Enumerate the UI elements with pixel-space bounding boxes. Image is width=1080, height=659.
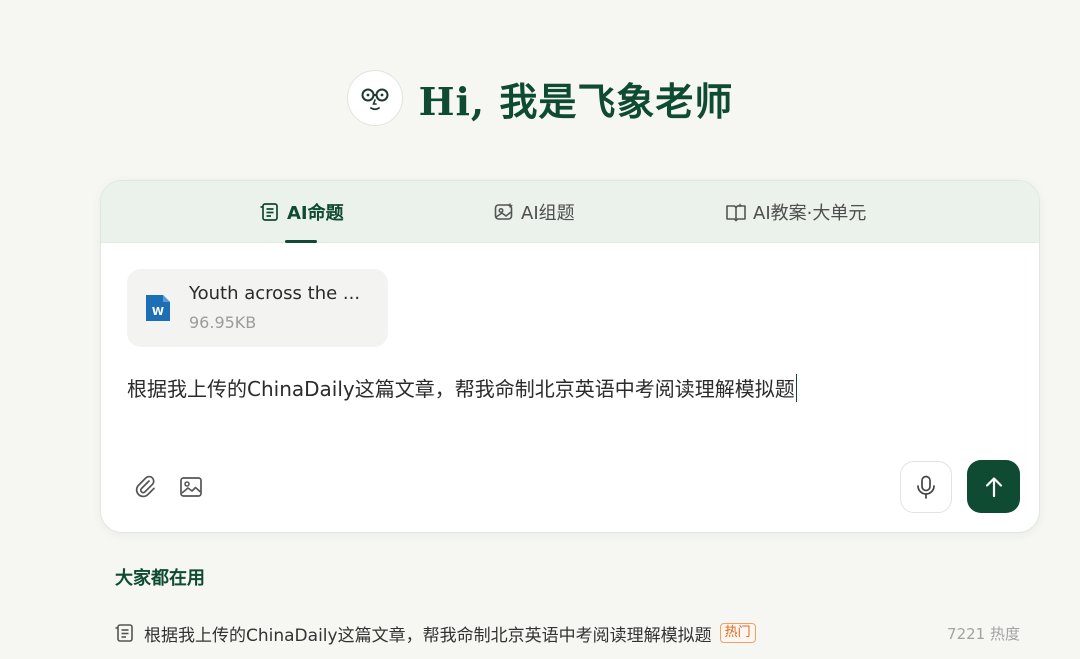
hot-badge: 热门 — [719, 623, 756, 643]
list-edit-icon — [115, 624, 133, 642]
tab-label: AI组题 — [521, 202, 575, 224]
mode-tabs: AI命题 AI组题 AI教案·大单元 — [101, 181, 1039, 243]
heat-count: 7221 热度 — [947, 624, 1020, 643]
prompt-input[interactable]: 根据我上传的ChinaDaily这篇文章，帮我命制北京英语中考阅读理解模拟题 — [127, 373, 798, 402]
microphone-icon — [917, 475, 935, 499]
prompt-text: 根据我上传的ChinaDaily这篇文章，帮我命制北京英语中考阅读理解模拟题 — [127, 377, 795, 401]
image-upload-button[interactable] — [175, 471, 207, 503]
composer-card: AI命题 AI组题 AI教案·大单元 W Youth across the ..… — [100, 180, 1040, 533]
suggestion-text: 根据我上传的ChinaDaily这篇文章，帮我命制北京英语中考阅读理解模拟题 — [144, 625, 712, 646]
list-edit-icon — [260, 202, 278, 221]
book-open-icon — [726, 202, 746, 221]
text-caret — [795, 373, 798, 402]
send-button[interactable] — [967, 460, 1020, 513]
image-star-icon — [494, 202, 513, 220]
popular-section-title: 大家都在用 — [115, 568, 205, 589]
paperclip-icon — [135, 475, 155, 498]
attached-file[interactable]: W Youth across the ... 96.95KB — [127, 269, 388, 347]
active-tab-indicator — [285, 240, 317, 243]
arrow-up-icon — [985, 476, 1002, 497]
file-size: 96.95KB — [189, 313, 257, 332]
hero-title: Hi, 我是飞象老师 — [418, 78, 734, 124]
file-name: Youth across the ... — [189, 283, 361, 304]
glasses-face-icon — [361, 88, 389, 111]
list-item[interactable]: 根据我上传的ChinaDaily这篇文章，帮我命制北京英语中考阅读理解模拟题 热… — [114, 618, 1020, 648]
svg-text:W: W — [152, 305, 164, 318]
tab-ai-compose[interactable]: AI组题 — [493, 181, 575, 242]
hero: Hi, 我是飞象老师 — [0, 68, 1080, 128]
tab-ai-question[interactable]: AI命题 — [259, 181, 344, 243]
word-doc-icon: W — [146, 295, 170, 321]
tab-ai-lesson-plan[interactable]: AI教案·大单元 — [725, 181, 866, 242]
tab-label: AI命题 — [287, 202, 344, 224]
tab-label: AI教案·大单元 — [753, 202, 867, 224]
image-icon — [180, 477, 202, 497]
teacher-avatar — [346, 70, 403, 126]
voice-input-button[interactable] — [900, 461, 952, 513]
attach-button[interactable] — [129, 471, 161, 503]
